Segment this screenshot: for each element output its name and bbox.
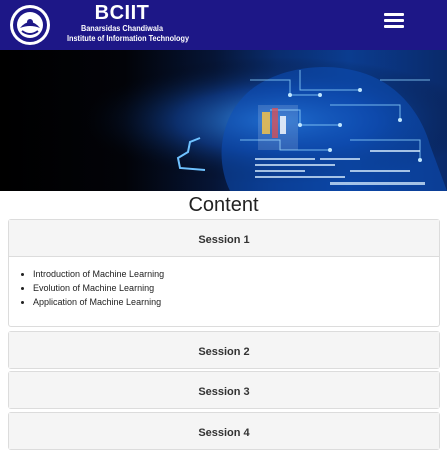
- hero-banner: [0, 50, 447, 191]
- session-2-panel: Session 2: [8, 331, 440, 369]
- session-4-header[interactable]: Session 4: [9, 413, 439, 449]
- brand-title: BCIIT: [94, 2, 150, 24]
- brand-subtitle-line1: Banarsidas Chandiwala: [80, 23, 164, 33]
- session-1-header[interactable]: Session 1: [9, 220, 439, 256]
- session-3-panel: Session 3: [8, 371, 440, 409]
- session-1-panel: Session 1 Introduction of Machine Learni…: [8, 219, 440, 327]
- session-4-panel: Session 4: [8, 412, 440, 450]
- hamburger-menu-icon[interactable]: [380, 10, 408, 36]
- list-item: Application of Machine Learning: [33, 295, 425, 309]
- ai-robot-head-image: [0, 50, 447, 191]
- brand-block[interactable]: BCIIT Banarsidas Chandiwala Institute of…: [58, 2, 190, 47]
- session-2-header[interactable]: Session 2: [9, 332, 439, 368]
- session-3-header[interactable]: Session 3: [9, 372, 439, 408]
- brand-subtitle-line2: Institute of Information Technology: [66, 33, 190, 43]
- site-header: BCIIT Banarsidas Chandiwala Institute of…: [0, 0, 447, 50]
- session-1-body: Introduction of Machine Learning Evoluti…: [9, 256, 439, 326]
- institute-emblem-icon[interactable]: [8, 4, 52, 46]
- list-item: Evolution of Machine Learning: [33, 281, 425, 295]
- list-item: Introduction of Machine Learning: [33, 267, 425, 281]
- content-heading: Content: [188, 194, 259, 216]
